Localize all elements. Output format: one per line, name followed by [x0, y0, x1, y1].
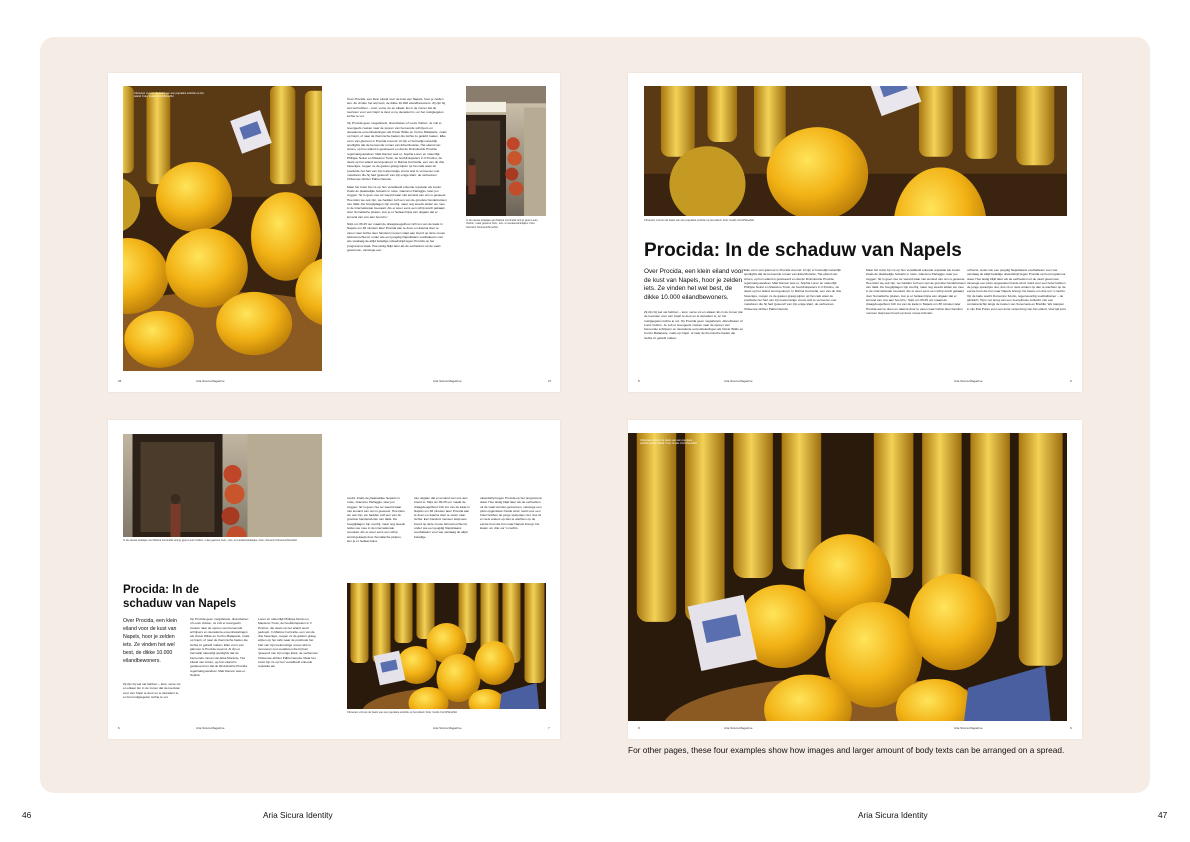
- page-number: 26: [118, 379, 122, 383]
- photo-caption: Citroenen vormen de basis van een popula…: [347, 711, 457, 714]
- photo-caption: Citroenen vormen de basis van een popula…: [640, 439, 697, 446]
- photo-caption: In de nauwe straatjes van Marina Corrice…: [123, 539, 297, 542]
- bottles-photo: [347, 583, 546, 709]
- page-number: 8: [638, 379, 640, 383]
- paragraph: Stipt om 06.25 uur maakt de draagvleugel…: [347, 222, 446, 252]
- footer-title-left: Aria Sicura Identity: [263, 810, 333, 820]
- running-footer: Aria Sicura Magazine: [954, 726, 983, 730]
- running-footer: Aria Sicura Magazine: [433, 379, 462, 383]
- paragraph: Op Procida geen megahotels, discotheken …: [347, 121, 447, 182]
- bottles-photo: [628, 433, 1067, 721]
- lemon-photo: [123, 86, 322, 371]
- page-number-right: 47: [1158, 810, 1168, 820]
- paragraph: Maar het trotst zijn ze op hun verwikkel…: [347, 184, 447, 219]
- page-number: 6: [118, 726, 120, 730]
- page-number: 9: [1070, 379, 1072, 383]
- page-number: 27: [548, 379, 552, 383]
- body-text-column: Elke vorm van glamour is Procida vreemd.…: [744, 268, 842, 311]
- photo-caption: Citroenen vormen de basis van een popula…: [134, 92, 204, 99]
- shop-photo: [123, 434, 322, 537]
- body-text-column: Loren en natuurlijk Philippe Noiret en M…: [258, 617, 318, 669]
- page-number: 8: [638, 726, 640, 730]
- body-text-column: Maar het trotst zijn ze op hun verwikkel…: [866, 268, 966, 315]
- running-footer: Aria Sicura Magazine: [954, 379, 983, 383]
- spread-example-3: In de nauwe straatjes van Marina Corrice…: [108, 420, 560, 739]
- lemon-photo: [644, 86, 1067, 216]
- headline: Procida: In de schaduw van Napels: [123, 584, 237, 610]
- body-text-column: uitwedstrijd tegen Procida op het progra…: [480, 496, 542, 531]
- photo-caption: Citroenen vormen de basis van een popula…: [644, 219, 754, 222]
- photo-caption: In de nauwe straatjes van Marina Corrice…: [466, 219, 538, 229]
- page-number: 9: [1070, 726, 1072, 730]
- running-footer: Aria Sicura Magazine: [724, 379, 753, 383]
- body-text-column: Op Procida geen megahotels, discotheken …: [190, 617, 250, 677]
- running-footer: Aria Sicura Magazine: [433, 726, 462, 730]
- layout-note: For other pages, these four examples sho…: [628, 745, 1065, 755]
- page-number: 7: [548, 726, 550, 730]
- lead-paragraph: Over Procida, een klein eiland voor de k…: [644, 268, 744, 301]
- shop-photo: [466, 86, 546, 216]
- body-text-column: Over Procida, een klein eiland voor de k…: [347, 97, 447, 369]
- body-text-column: ochtend, onder wie een jeugdig Napolitaa…: [967, 268, 1066, 311]
- footer-title-right: Aria Sicura Identity: [858, 810, 928, 820]
- running-footer: Aria Sicura Magazine: [196, 726, 225, 730]
- paragraph: Over Procida, een klein eiland voor de k…: [347, 97, 446, 119]
- spread-example-4: Citroenen vormen de basis van een popula…: [628, 420, 1082, 739]
- body-text-column: Zij zijn bij wel vat hebben – kust, vers…: [123, 682, 181, 699]
- running-footer: Aria Sicura Magazine: [196, 379, 225, 383]
- headline: Procida: In de schaduw van Napels: [644, 240, 962, 261]
- spread-example-2: Citroenen vormen de basis van een popula…: [628, 73, 1082, 392]
- body-text-column: Zij zijn bij wel vat hebben – kust, vers…: [644, 310, 744, 340]
- lead-paragraph: Over Procida, een klein eiland voor de k…: [123, 618, 177, 664]
- running-footer: Aria Sicura Magazine: [724, 726, 753, 730]
- page-number-left: 46: [22, 810, 32, 820]
- body-text-column: van uitgaan dat er iemand van ons aan bo…: [414, 496, 470, 539]
- spread-example-1: Citroenen vormen de basis van een popula…: [108, 73, 560, 392]
- body-text-column: zeelui. Zoals de plaatselijke huisarts i…: [347, 496, 405, 543]
